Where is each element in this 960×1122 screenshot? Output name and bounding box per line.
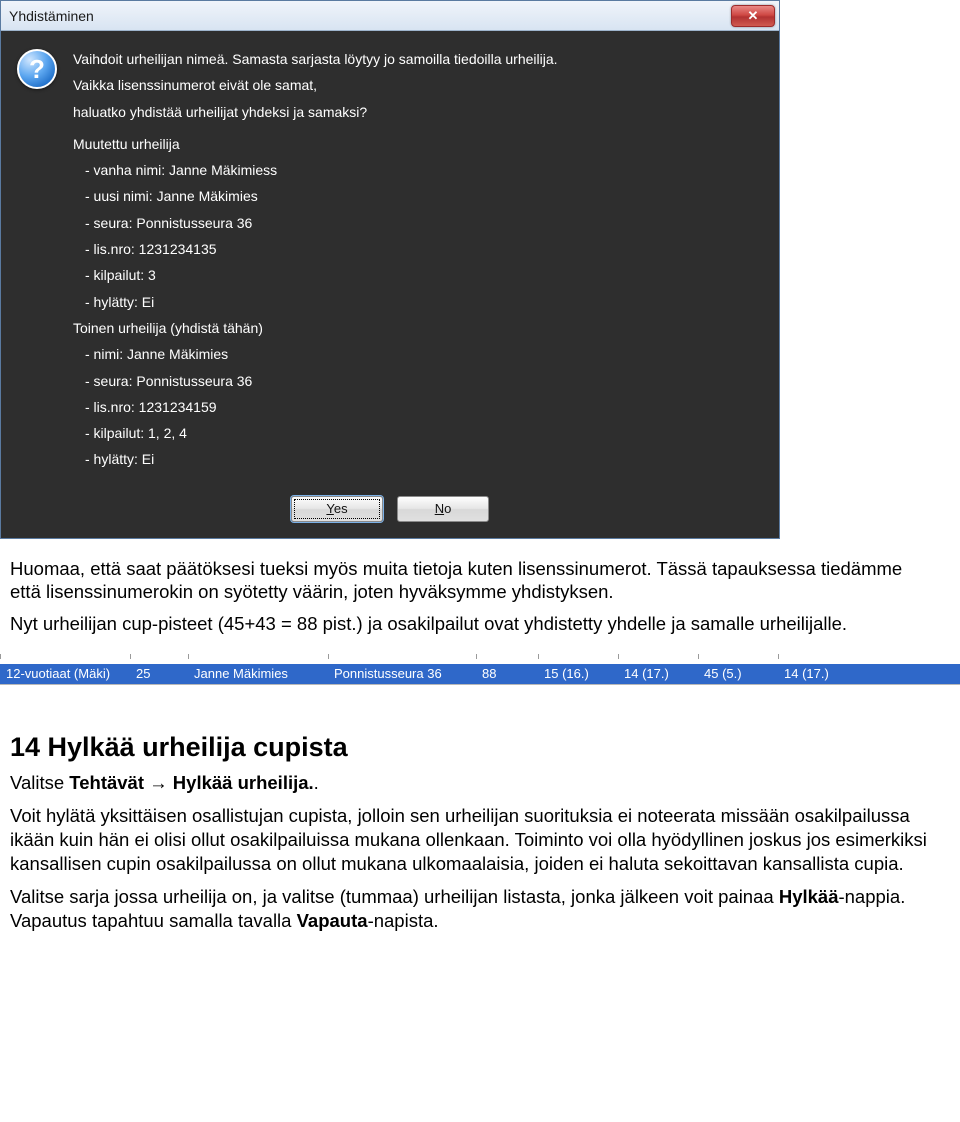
- cell-club: Ponnistusseura 36: [328, 666, 476, 681]
- doc-paragraph: Huomaa, että saat päätöksesi tueksi myös…: [10, 557, 930, 604]
- dialog-line: Vaihdoit urheilijan nimeä. Samasta sarja…: [73, 49, 763, 69]
- dialog-line: - lis.nro: 1231234159: [85, 397, 763, 417]
- dialog-line: - kilpailut: 1, 2, 4: [85, 423, 763, 443]
- dialog-line: - hylätty: Ei: [85, 449, 763, 469]
- cell-series: 12-vuotiaat (Mäki): [0, 666, 130, 681]
- dialog-line: - seura: Ponnistusseura 36: [85, 213, 763, 233]
- dialog-titlebar: Yhdistäminen ✕: [1, 1, 779, 31]
- dialog-subheader: Toinen urheilija (yhdistä tähän): [73, 318, 763, 338]
- dialog-line: haluatko yhdistää urheilijat yhdeksi ja …: [73, 102, 763, 122]
- dialog-button-row: Yes No: [1, 488, 779, 538]
- selected-row[interactable]: 12-vuotiaat (Mäki) 25 Janne Mäkimies Pon…: [0, 664, 960, 684]
- close-button[interactable]: ✕: [731, 5, 775, 27]
- cell-result4: 14 (17.): [778, 666, 960, 681]
- dialog-message: Vaihdoit urheilijan nimeä. Samasta sarja…: [73, 49, 763, 476]
- dialog-line: - seura: Ponnistusseura 36: [85, 371, 763, 391]
- dialog-line: Vaikka lisenssinumerot eivät ole samat,: [73, 75, 763, 95]
- result-row-strip: 12-vuotiaat (Mäki) 25 Janne Mäkimies Pon…: [0, 654, 960, 690]
- merge-dialog: Yhdistäminen ✕ ? Vaihdoit urheilijan nim…: [0, 0, 780, 539]
- cell-result2: 14 (17.): [618, 666, 698, 681]
- question-icon: ?: [17, 49, 57, 89]
- dialog-line: - uusi nimi: Janne Mäkimies: [85, 186, 763, 206]
- cell-number: 25: [130, 666, 188, 681]
- dialog-line: - lis.nro: 1231234135: [85, 239, 763, 259]
- dialog-line: - hylätty: Ei: [85, 292, 763, 312]
- menu-path: Valitse Tehtävät → Hylkää urheilija..: [10, 771, 930, 795]
- dialog-line: - kilpailut: 3: [85, 265, 763, 285]
- doc-paragraphs: Huomaa, että saat päätöksesi tueksi myös…: [0, 539, 940, 652]
- section-paragraph: Voit hylätä yksittäisen osallistujan cup…: [10, 804, 930, 875]
- section-heading: 14 Hylkää urheilija cupista: [10, 732, 950, 763]
- cell-name: Janne Mäkimies: [188, 666, 328, 681]
- section-paragraph: Valitse sarja jossa urheilija on, ja val…: [10, 885, 930, 932]
- cell-result1: 15 (16.): [538, 666, 618, 681]
- yes-button[interactable]: Yes: [291, 496, 383, 522]
- dialog-title: Yhdistäminen: [9, 8, 731, 24]
- cell-points: 88: [476, 666, 538, 681]
- dialog-line: - nimi: Janne Mäkimies: [85, 344, 763, 364]
- dialog-line: - vanha nimi: Janne Mäkimiess: [85, 160, 763, 180]
- dialog-subheader: Muutettu urheilija: [73, 134, 763, 154]
- section-body: Valitse Tehtävät → Hylkää urheilija.. Vo…: [0, 771, 940, 957]
- cell-result3: 45 (5.): [698, 666, 778, 681]
- doc-paragraph: Nyt urheilijan cup-pisteet (45+43 = 88 p…: [10, 612, 930, 636]
- close-icon: ✕: [748, 8, 759, 24]
- dialog-body: ? Vaihdoit urheilijan nimeä. Samasta sar…: [1, 31, 779, 488]
- no-button[interactable]: No: [397, 496, 489, 522]
